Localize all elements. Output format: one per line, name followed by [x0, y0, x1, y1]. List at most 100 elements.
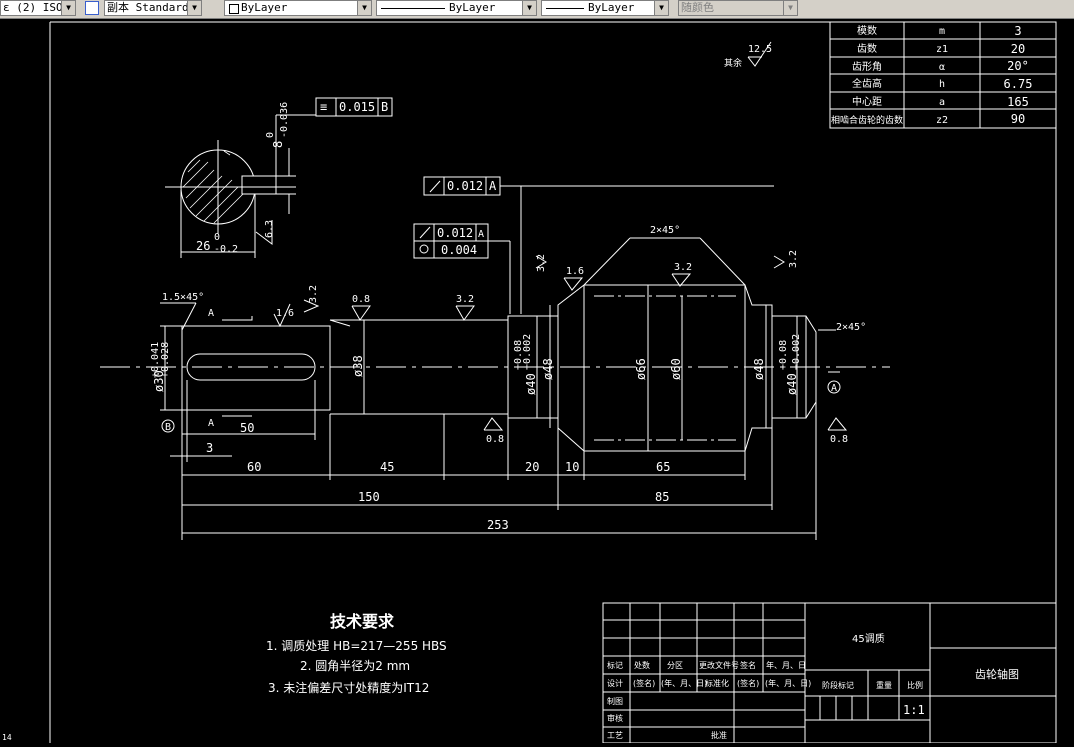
key-length: 50 [240, 421, 254, 435]
datum-a: A [831, 383, 837, 394]
datum-b: B [165, 422, 171, 433]
tb-count: 处数 [634, 660, 650, 670]
drawing-svg: 14 模数 m 3 齿数 z1 20 齿形角 α 20° 全齿高 h 6.75 … [2, 21, 1057, 744]
param-symbol: α [939, 62, 945, 73]
runout-datum: A [489, 179, 497, 193]
drawing-canvas[interactable]: 14 模数 m 3 齿数 z1 20 齿形角 α 20° 全齿高 h 6.75 … [0, 18, 1074, 744]
param-value: 90 [1011, 112, 1025, 126]
layer-select[interactable]: ByLayer ▼ [224, 0, 372, 16]
chevron-down-icon[interactable]: ▼ [187, 1, 201, 15]
roughness-value: 3.2 [308, 285, 319, 303]
layer-value: ByLayer [241, 1, 288, 14]
width-dim: 8 [271, 141, 285, 148]
dimstyle-select[interactable]: ε (2) ISO- ▼ [0, 0, 76, 16]
d40-up-right: +0.08 [778, 340, 789, 370]
param-symbol: m [939, 26, 945, 37]
section-mark-a: A [208, 308, 214, 319]
len-20: 20 [525, 460, 539, 474]
d30-low: +0.028 [160, 342, 171, 378]
len-10: 10 [565, 460, 579, 474]
color-select[interactable]: 随颜色 ▼ [678, 0, 798, 16]
tol-value: 0.015 [339, 100, 375, 114]
tb-material: 45调质 [852, 633, 885, 645]
runout2-value: 0.012 [437, 226, 473, 240]
tb-sign: 签名 [740, 660, 756, 670]
param-symbol: h [939, 79, 945, 90]
tb-stage: 阶段标记 [822, 680, 854, 690]
roughness-value: 3.2 [674, 262, 692, 273]
param-value: 20° [1007, 59, 1029, 73]
tb-zone: 分区 [667, 661, 683, 670]
tol-datum: B [381, 100, 388, 114]
d38: ø38 [351, 355, 365, 377]
tech-req-1: 1. 调质处理 HB=217—255 HBS [266, 639, 447, 653]
tb-drafting: 制图 [607, 696, 623, 706]
chevron-down-icon[interactable]: ▼ [61, 1, 75, 15]
param-name: 齿形角 [852, 61, 882, 73]
textstyle-select[interactable]: 副本 Standard(▼ [104, 0, 202, 16]
tb-weight: 重量 [876, 680, 892, 690]
len-85: 85 [655, 490, 669, 504]
roughness-value: 3.2 [536, 254, 547, 272]
color-swatch-icon [229, 4, 239, 14]
title-block: 45调质 齿轮轴图 标记 处数 分区 更改文件号 签名 年、月、日 设计 (签名… [602, 602, 1057, 744]
roughness-value: 3.2 [456, 294, 474, 305]
technical-requirements: 技术要求 1. 调质处理 HB=217—255 HBS 2. 圆角半径为2 mm… [266, 612, 447, 695]
param-value: 20 [1011, 42, 1025, 56]
gear-parameter-table: 模数 m 3 齿数 z1 20 齿形角 α 20° 全齿高 h 6.75 中心距… [829, 21, 1057, 129]
d48-right: ø48 [752, 358, 766, 380]
runout-value: 0.012 [447, 179, 483, 193]
depth-dim: 26 [196, 239, 210, 253]
d60: ø60 [669, 358, 683, 380]
key-offset: 3 [206, 441, 213, 455]
d40-low-left: +0.002 [522, 334, 533, 370]
linetype-select[interactable]: ByLayer ▼ [376, 0, 537, 16]
chevron-down-icon[interactable]: ▼ [522, 1, 536, 15]
tb-date-bracket: (年、月、日) [765, 678, 811, 688]
tech-title: 技术要求 [330, 612, 395, 631]
keyway-section-view: ≡ 0.015 B 8 0 -0.036 26 0 -0.2 6.3 [165, 97, 393, 258]
chamfer-left: 1.5×45° [162, 292, 204, 303]
d40-low-right: +0.002 [791, 334, 802, 370]
len-60: 60 [247, 460, 261, 474]
width-low: -0.036 [279, 102, 290, 138]
param-value: 6.75 [1004, 77, 1033, 91]
tb-date: 年、月、日 [766, 660, 806, 670]
roughness-value: 3.2 [788, 250, 799, 268]
param-name: 模数 [857, 24, 877, 37]
param-symbol: z2 [936, 115, 948, 126]
depth-low: -0.2 [214, 244, 238, 255]
linetype-value: ByLayer [449, 1, 496, 14]
line-preview-icon [381, 8, 445, 9]
param-symbol: a [939, 97, 945, 108]
len-253: 253 [487, 518, 509, 532]
tb-mark: 标记 [607, 660, 623, 670]
tb-scale: 1:1 [903, 703, 925, 717]
corner-mark: 14 [2, 733, 12, 742]
line-preview-icon [546, 8, 584, 9]
param-name: 齿数 [857, 42, 877, 55]
tb-sign-bracket: (签名) [737, 678, 759, 688]
d40-right: ø40 [785, 373, 799, 395]
color-value: 随颜色 [681, 1, 714, 14]
rest-roughness-note: 其余 12.5 [724, 41, 772, 69]
chevron-down-icon[interactable]: ▼ [783, 1, 797, 15]
length-dimensions: 50 3 60 45 20 10 65 150 85 253 [170, 380, 817, 540]
depth-up: 0 [214, 232, 220, 243]
textstyle-value: 副本 Standard( [107, 1, 196, 14]
tb-sign-bracket: (签名) [633, 678, 655, 688]
lineweight-value: ByLayer [588, 1, 635, 14]
chevron-down-icon[interactable]: ▼ [357, 1, 371, 15]
textstyle-icon[interactable] [85, 1, 99, 15]
tb-approve: 批准 [711, 730, 727, 740]
tb-review: 审核 [607, 713, 623, 723]
lineweight-select[interactable]: ByLayer ▼ [541, 0, 669, 16]
d48-left: ø48 [541, 358, 555, 380]
tb-drawing-name: 齿轮轴图 [975, 667, 1019, 681]
tech-req-3: 3. 未注偏差尺寸处精度为IT12 [268, 680, 429, 695]
chevron-down-icon[interactable]: ▼ [654, 1, 668, 15]
rest-label: 其余 [724, 57, 742, 69]
chamfer-right: 2×45° [836, 322, 866, 333]
tb-standard: 标准化 [705, 678, 729, 688]
width-up: 0 [265, 132, 276, 138]
